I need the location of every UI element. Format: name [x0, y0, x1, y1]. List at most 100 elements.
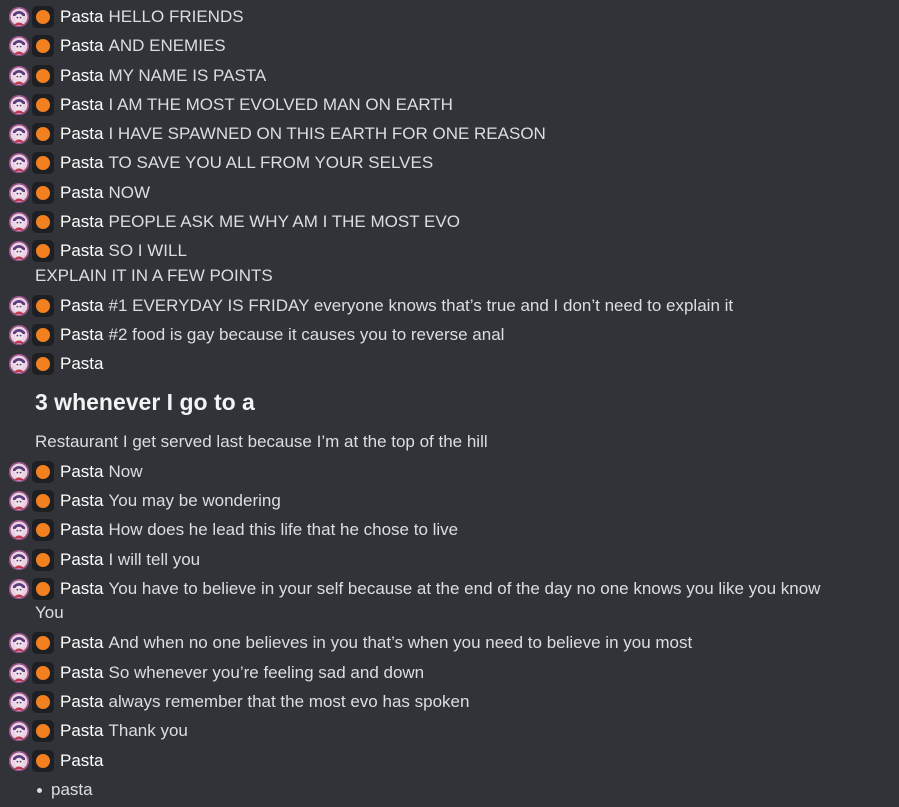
- role-icon[interactable]: [32, 6, 54, 28]
- avatar-icon[interactable]: [9, 633, 29, 653]
- avatar-icon[interactable]: [9, 95, 29, 115]
- message-text: PEOPLE ASK ME WHY AM I THE MOST EVO: [108, 212, 460, 231]
- message-row: Pasta: [9, 748, 108, 774]
- author-name[interactable]: Pasta: [60, 95, 103, 115]
- author-name[interactable]: Pasta: [60, 579, 103, 599]
- orange-role-icon: [36, 357, 50, 371]
- role-icon[interactable]: [32, 35, 54, 57]
- avatar-icon[interactable]: [9, 663, 29, 683]
- author-name[interactable]: Pasta: [60, 66, 103, 86]
- role-icon[interactable]: [32, 490, 54, 512]
- message-text: #1 EVERYDAY IS FRIDAY everyone knows tha…: [108, 296, 734, 315]
- author-name[interactable]: Pasta: [60, 325, 103, 345]
- message-text: MY NAME IS PASTA: [108, 66, 267, 85]
- avatar-icon[interactable]: [9, 692, 29, 712]
- author-name[interactable]: Pasta: [60, 721, 103, 741]
- avatar-icon[interactable]: [9, 124, 29, 144]
- role-icon[interactable]: [32, 519, 54, 541]
- orange-role-icon: [36, 553, 50, 567]
- role-icon[interactable]: [32, 353, 54, 375]
- message-text: always remember that the most evo has sp…: [108, 692, 470, 711]
- avatar-icon[interactable]: [9, 7, 29, 27]
- orange-role-icon: [36, 127, 50, 141]
- role-icon[interactable]: [32, 750, 54, 772]
- avatar-icon[interactable]: [9, 325, 29, 345]
- role-icon[interactable]: [32, 324, 54, 346]
- avatar-icon[interactable]: [9, 212, 29, 232]
- author-name[interactable]: Pasta: [60, 692, 103, 712]
- role-icon[interactable]: [32, 152, 54, 174]
- author-name[interactable]: Pasta: [60, 751, 103, 771]
- avatar-icon[interactable]: [9, 462, 29, 482]
- message-text: I will tell you: [108, 550, 201, 569]
- message-row: Pasta NOW: [9, 180, 150, 206]
- role-icon[interactable]: [32, 549, 54, 571]
- author-name[interactable]: Pasta: [60, 296, 103, 316]
- message-text: NOW: [108, 183, 151, 202]
- role-icon[interactable]: [32, 182, 54, 204]
- author-name[interactable]: Pasta: [60, 663, 103, 683]
- avatar-icon[interactable]: [9, 520, 29, 540]
- role-icon[interactable]: [32, 720, 54, 742]
- avatar-icon[interactable]: [9, 153, 29, 173]
- author-name[interactable]: Pasta: [60, 212, 103, 232]
- message-row: Pasta So whenever you’re feeling sad and…: [9, 660, 424, 686]
- chat-log: Pasta HELLO FRIENDS Pasta AND ENEMIES Pa…: [0, 0, 899, 807]
- avatar-icon[interactable]: [9, 751, 29, 771]
- role-icon[interactable]: [32, 691, 54, 713]
- avatar-icon[interactable]: [9, 491, 29, 511]
- bullet-list-item: pasta: [35, 780, 93, 800]
- message-text: #2 food is gay because it causes you to …: [108, 325, 505, 344]
- message-row: Pasta #1 EVERYDAY IS FRIDAY everyone kno…: [9, 293, 733, 319]
- avatar-icon[interactable]: [9, 579, 29, 599]
- role-icon[interactable]: [32, 632, 54, 654]
- role-icon[interactable]: [32, 123, 54, 145]
- message-row: Pasta SO I WILL: [9, 238, 187, 264]
- author-name[interactable]: Pasta: [60, 241, 103, 261]
- message-row: Pasta PEOPLE ASK ME WHY AM I THE MOST EV…: [9, 209, 460, 235]
- message-row: Pasta always remember that the most evo …: [9, 689, 469, 715]
- message-text: SO I WILL: [108, 241, 187, 260]
- role-icon[interactable]: [32, 65, 54, 87]
- author-name[interactable]: Pasta: [60, 520, 103, 540]
- role-icon[interactable]: [32, 461, 54, 483]
- avatar-icon[interactable]: [9, 36, 29, 56]
- author-name[interactable]: Pasta: [60, 124, 103, 144]
- avatar-icon[interactable]: [9, 550, 29, 570]
- message-row: Pasta How does he lead this life that he…: [9, 517, 458, 543]
- avatar-icon[interactable]: [9, 66, 29, 86]
- role-icon[interactable]: [32, 94, 54, 116]
- message-text: TO SAVE YOU ALL FROM YOUR SELVES: [108, 153, 434, 172]
- message-text: Thank you: [108, 721, 188, 740]
- orange-role-icon: [36, 465, 50, 479]
- bullet-text: pasta: [51, 780, 93, 799]
- role-icon[interactable]: [32, 662, 54, 684]
- author-name[interactable]: Pasta: [60, 153, 103, 173]
- avatar-icon[interactable]: [9, 354, 29, 374]
- orange-role-icon: [36, 582, 50, 596]
- author-name[interactable]: Pasta: [60, 633, 103, 653]
- orange-role-icon: [36, 69, 50, 83]
- orange-role-icon: [36, 754, 50, 768]
- orange-role-icon: [36, 244, 50, 258]
- avatar-icon[interactable]: [9, 183, 29, 203]
- author-name[interactable]: Pasta: [60, 7, 103, 27]
- avatar-icon[interactable]: [9, 721, 29, 741]
- message-row: Pasta: [9, 351, 108, 377]
- author-name[interactable]: Pasta: [60, 354, 103, 374]
- avatar-icon[interactable]: [9, 296, 29, 316]
- author-name[interactable]: Pasta: [60, 36, 103, 56]
- message-heading: 3 whenever I go to a: [35, 389, 255, 415]
- avatar-icon[interactable]: [9, 241, 29, 261]
- orange-role-icon: [36, 156, 50, 170]
- author-name[interactable]: Pasta: [60, 550, 103, 570]
- orange-role-icon: [36, 299, 50, 313]
- role-icon[interactable]: [32, 295, 54, 317]
- role-icon[interactable]: [32, 240, 54, 262]
- author-name[interactable]: Pasta: [60, 183, 103, 203]
- orange-role-icon: [36, 215, 50, 229]
- role-icon[interactable]: [32, 578, 54, 600]
- role-icon[interactable]: [32, 211, 54, 233]
- author-name[interactable]: Pasta: [60, 462, 103, 482]
- author-name[interactable]: Pasta: [60, 491, 103, 511]
